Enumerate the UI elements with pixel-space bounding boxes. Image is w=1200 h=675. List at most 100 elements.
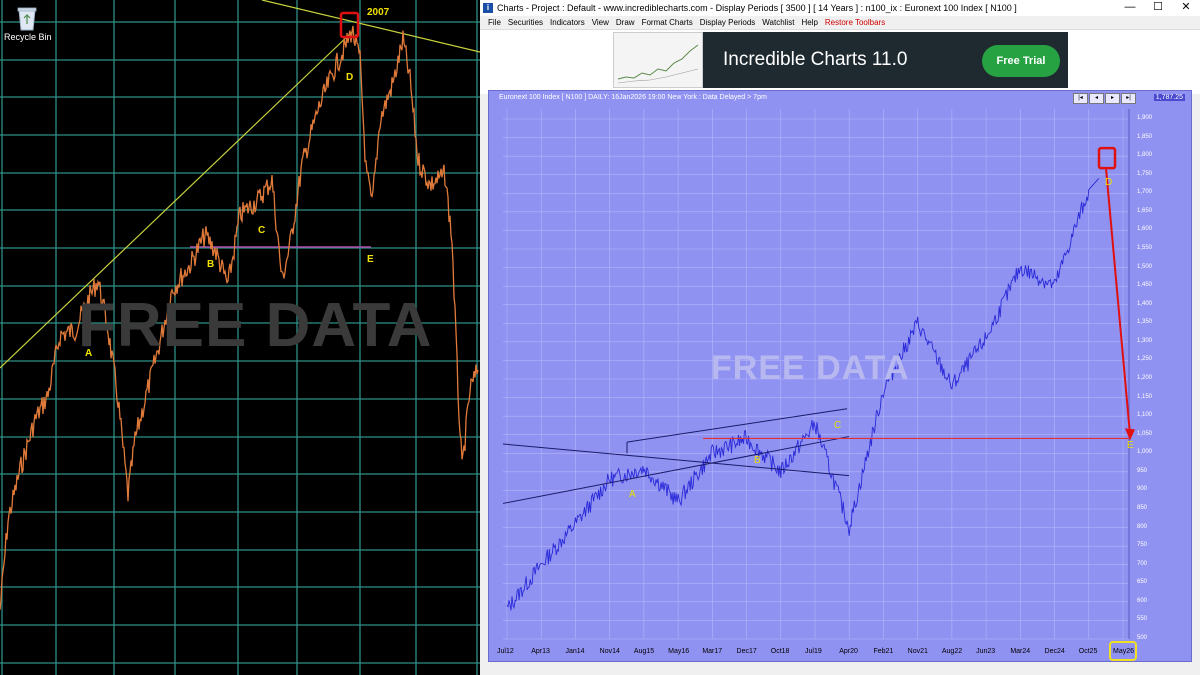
chart-watermark: FREE DATA [711, 349, 910, 387]
nav-prev-button[interactable]: ◂ [1089, 93, 1104, 104]
x-tick-label: Aug15 [633, 648, 655, 655]
chart-header: Euronext 100 Index [ N100 ] DAILY: 16Jan… [499, 94, 767, 101]
desktop-watermark: FREE DATA [78, 291, 433, 360]
free-trial-button[interactable]: Free Trial [982, 45, 1060, 77]
nav-last-button[interactable]: ▸| [1121, 93, 1136, 104]
menu-bar: File Securities Indicators View Draw For… [480, 16, 1200, 29]
y-tick-label: 1,200 [1137, 375, 1153, 381]
y-tick-label: 700 [1137, 560, 1148, 567]
ad-chart-thumbnail [613, 32, 703, 88]
x-tick-label: Jul12 [497, 648, 514, 655]
recycle-bin[interactable]: Recycle Bin [4, 4, 52, 42]
year-label: 2007 [367, 7, 390, 18]
ad-title: Incredible Charts 11.0 [723, 49, 908, 70]
maximize-icon[interactable]: ☐ [1144, 0, 1172, 16]
y-tick-label: 550 [1137, 616, 1148, 623]
x-tick-label: Apr20 [839, 648, 858, 655]
chart-wave-label-b: B [754, 455, 761, 466]
y-tick-label: 1,700 [1137, 189, 1153, 196]
y-tick-label: 1,900 [1137, 115, 1153, 121]
nav-next-button[interactable]: ▸ [1105, 93, 1120, 104]
y-tick-label: 650 [1137, 579, 1148, 586]
menu-restore-toolbars[interactable]: Restore Toolbars [825, 18, 885, 27]
menu-draw[interactable]: Draw [616, 18, 635, 27]
y-tick-label: 1,300 [1137, 337, 1153, 344]
wave-label-b: B [207, 259, 215, 270]
x-tick-label: Dec24 [1044, 648, 1065, 655]
y-tick-label: 850 [1137, 505, 1148, 511]
title-bar[interactable]: i Charts - Project : Default - www.incre… [480, 0, 1200, 16]
x-tick-label: Mar24 [1010, 648, 1031, 655]
y-tick-label: 1,850 [1137, 133, 1153, 140]
x-tick-label: Apr13 [531, 648, 550, 655]
y-tick-label: 1,000 [1137, 449, 1153, 456]
ad-banner[interactable]: Incredible Charts 11.0 Free Trial [613, 32, 1068, 88]
y-tick-label: 950 [1137, 467, 1148, 474]
menu-securities[interactable]: Securities [508, 18, 543, 27]
y-tick-label: 1,650 [1137, 207, 1153, 214]
chart-wave-label-d: D [1105, 177, 1113, 188]
y-tick-label: 1,600 [1137, 226, 1153, 233]
y-tick-label: 1,100 [1137, 412, 1153, 419]
x-tick-label: Oct18 [770, 648, 790, 655]
y-tick-label: 500 [1137, 635, 1148, 641]
y-tick-label: 1,350 [1137, 319, 1153, 326]
wave-label-e: E [367, 254, 374, 265]
x-tick-label: Jun23 [976, 648, 996, 655]
ad-banner-area: Incredible Charts 11.0 Free Trial [480, 29, 1200, 94]
nav-first-button[interactable]: |◂ [1073, 93, 1088, 104]
x-tick-label: Jul19 [805, 648, 822, 655]
chart-downtrend-line [502, 443, 850, 477]
x-tick-label: May26 [1113, 648, 1135, 655]
y-tick-label: 1,750 [1137, 170, 1153, 177]
minimize-icon[interactable]: — [1116, 0, 1144, 16]
x-tick-label: Dec17 [736, 648, 757, 655]
chart-nav-controls: |◂ ◂ ▸ ▸| [1073, 93, 1137, 104]
chart-area[interactable]: Euronext 100 Index [ N100 ] DAILY: 16Jan… [488, 90, 1192, 662]
wave-label-a: A [85, 348, 93, 359]
x-tick-label: May16 [668, 648, 690, 655]
menu-format-charts[interactable]: Format Charts [642, 18, 693, 27]
y-tick-label: 1,800 [1137, 152, 1153, 159]
chart-top-marker [1097, 146, 1117, 170]
charts-window: i Charts - Project : Default - www.incre… [480, 0, 1200, 675]
x-tick-label: Nov21 [907, 648, 928, 655]
menu-indicators[interactable]: Indicators [550, 18, 585, 27]
menu-watchlist[interactable]: Watchlist [762, 18, 794, 27]
y-tick-label: 1,550 [1137, 245, 1153, 251]
app-icon: i [483, 3, 493, 13]
y-tick-label: 1,450 [1137, 282, 1153, 289]
menu-help[interactable]: Help [801, 18, 817, 27]
x-tick-label: Nov14 [599, 648, 620, 655]
x-tick-label: Aug22 [941, 648, 963, 655]
y-tick-label: 1,250 [1137, 356, 1153, 363]
menu-display-periods[interactable]: Display Periods [700, 18, 756, 27]
chart-wave-label-a: A [629, 489, 636, 500]
x-tick-label: Oct25 [1078, 648, 1098, 655]
x-tick-label: Mar17 [702, 648, 723, 655]
window-title: Charts - Project : Default - www.incredi… [497, 3, 1017, 13]
y-tick-label: 800 [1137, 523, 1148, 530]
chart-wave-label-e: E [1127, 440, 1134, 451]
chart-wave-label-c: C [834, 420, 842, 431]
y-tick-label: 900 [1137, 486, 1148, 493]
recycle-bin-label: Recycle Bin [4, 32, 52, 42]
y-tick-label: 750 [1137, 542, 1148, 549]
menu-view[interactable]: View [592, 18, 609, 27]
wave-label-d: D [346, 72, 354, 83]
y-tick-label: 1,400 [1137, 300, 1153, 307]
y-tick-label: 1,150 [1137, 393, 1153, 400]
last-price-badge: 1,787.25 [1153, 94, 1185, 101]
chart-projection-arrow [1105, 168, 1131, 435]
chart-price-line [506, 178, 1100, 611]
y-tick-label: 1,050 [1137, 430, 1153, 437]
recycle-bin-icon [14, 4, 40, 32]
x-tick-label: Feb21 [873, 648, 894, 655]
y-tick-label: 1,500 [1137, 263, 1153, 270]
y-tick-label: 600 [1137, 597, 1148, 604]
menu-file[interactable]: File [488, 18, 501, 27]
wave-label-c: C [258, 225, 266, 236]
close-icon[interactable]: ✕ [1172, 0, 1200, 16]
x-tick-label: Jan14 [565, 648, 585, 655]
desktop-chart-pane: Recycle Bin FREE DATA 2007 A B C D E [0, 0, 480, 675]
